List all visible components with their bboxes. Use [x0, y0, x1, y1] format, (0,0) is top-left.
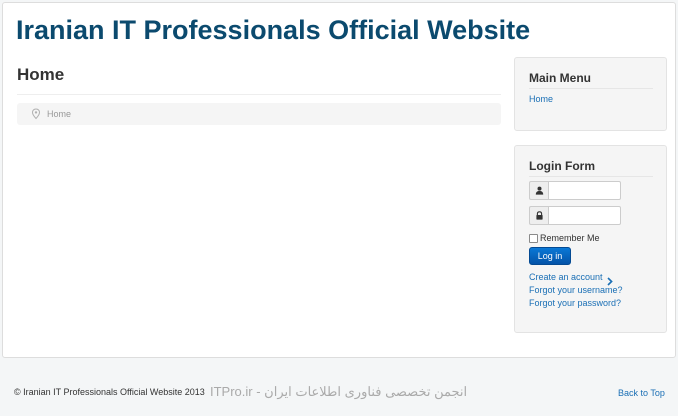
user-icon	[529, 181, 548, 200]
password-row	[529, 206, 621, 225]
create-account-link[interactable]: Create an account	[529, 272, 603, 282]
footer-watermark: ITPro.ir - انجمن تخصصی فناوری اطلاعات ای…	[210, 384, 468, 399]
login-form-module: Login Form Remember Me Log in Create an …	[514, 145, 667, 333]
main-menu-module: Main Menu Home	[514, 57, 667, 131]
page-container: Iranian IT Professionals Official Websit…	[2, 2, 676, 358]
login-form-divider	[529, 176, 653, 177]
username-input[interactable]	[548, 181, 621, 200]
breadcrumb-item-home: Home	[47, 109, 72, 119]
password-input[interactable]	[548, 206, 621, 225]
site-title[interactable]: Iranian IT Professionals Official Websit…	[16, 15, 530, 46]
footer-copyright: © Iranian IT Professionals Official Webs…	[14, 387, 205, 397]
location-pin-icon	[31, 108, 41, 120]
remember-me-checkbox[interactable]	[529, 233, 538, 243]
remember-me-label: Remember Me	[540, 233, 600, 243]
breadcrumb: Home	[17, 103, 501, 125]
forgot-password-link[interactable]: Forgot your password?	[529, 298, 621, 308]
menu-item-home[interactable]: Home	[529, 94, 553, 104]
chevron-right-icon	[606, 273, 613, 286]
username-row	[529, 181, 621, 200]
forgot-username-link[interactable]: Forgot your username?	[529, 285, 623, 295]
login-button[interactable]: Log in	[529, 247, 571, 265]
page-title: Home	[17, 65, 65, 84]
create-account[interactable]: Create an account	[529, 272, 613, 286]
heading-divider	[17, 94, 501, 95]
remember-me[interactable]: Remember Me	[529, 233, 600, 243]
login-form-title: Login Form	[529, 159, 595, 173]
lock-icon	[529, 206, 548, 225]
main-menu-divider	[529, 88, 653, 89]
main-menu-title: Main Menu	[529, 71, 591, 85]
back-to-top-link[interactable]: Back to Top	[618, 388, 665, 398]
